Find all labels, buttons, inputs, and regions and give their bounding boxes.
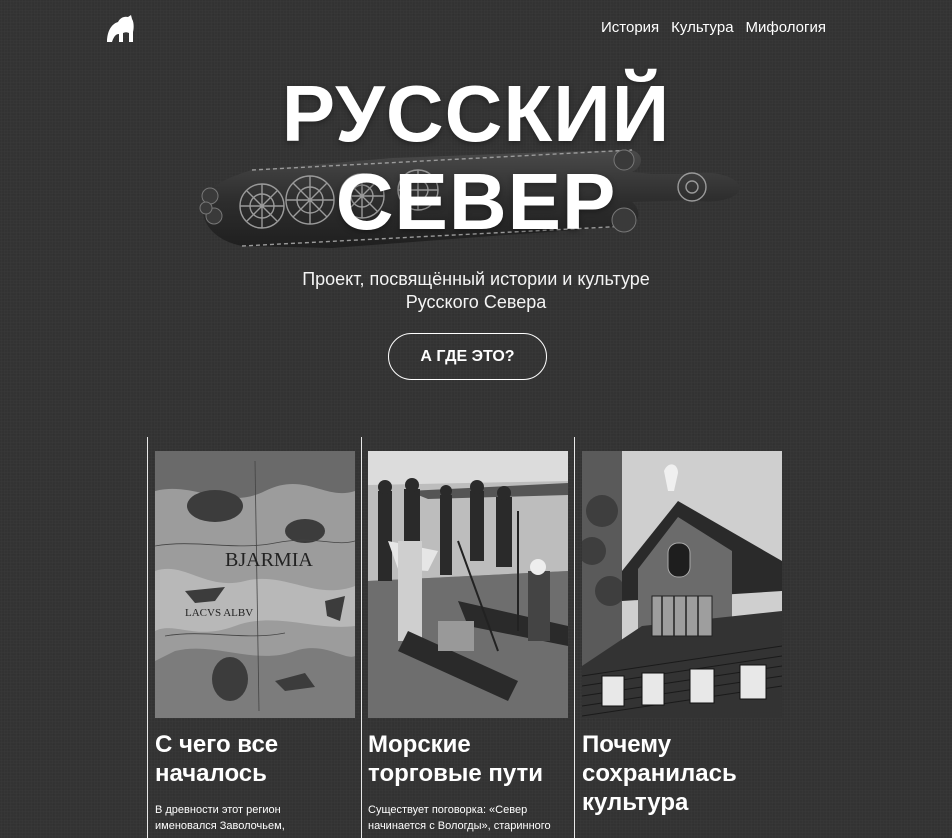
horse-icon[interactable] bbox=[104, 14, 136, 44]
main-nav: История Культура Мифология bbox=[601, 19, 826, 36]
nav-item-culture[interactable]: Культура bbox=[671, 19, 733, 36]
card-title-line: Морские bbox=[368, 731, 471, 758]
column-divider bbox=[574, 437, 575, 838]
nav-item-history[interactable]: История bbox=[601, 19, 659, 36]
subtitle-line-2: Русского Севера bbox=[405, 292, 547, 312]
card-sea-trade-routes[interactable]: Морские торговые пути Существует поговор… bbox=[368, 451, 568, 834]
old-map-image: BJARMIA LACVS ALBV bbox=[155, 451, 355, 718]
map-label: BJARMIA bbox=[225, 549, 313, 571]
card-text: В древности этот регион именовался Завол… bbox=[155, 802, 355, 834]
card-title: Почему сохранилась культура bbox=[582, 730, 782, 817]
card-title-line: культура bbox=[582, 789, 689, 816]
title-line-2: СЕВЕР bbox=[335, 157, 617, 246]
card-text-line: начинается с Вологды», старинного bbox=[368, 820, 551, 832]
card-title: Морские торговые пути bbox=[368, 730, 568, 788]
wooden-house-photo-image bbox=[582, 451, 782, 718]
card-title-line: Почему bbox=[582, 731, 672, 758]
card-culture-preserved[interactable]: Почему сохранилась культура bbox=[582, 451, 782, 817]
card-title: С чего все началось bbox=[155, 730, 355, 788]
where-is-it-button[interactable]: А ГДЕ ЭТО? bbox=[388, 333, 547, 380]
boats-photo-image bbox=[368, 451, 568, 718]
hero-subtitle: Проект, посвящённый истории и культуре Р… bbox=[0, 268, 952, 314]
card-text: Существует поговорка: «Север начинается … bbox=[368, 802, 568, 834]
card-title-line: началось bbox=[155, 760, 267, 787]
card-title-line: торговые пути bbox=[368, 760, 544, 787]
card-title-line: С чего все bbox=[155, 731, 279, 758]
page-title: РУССКИЙ СЕВЕР bbox=[0, 70, 952, 246]
map-label: LACVS ALBV bbox=[185, 607, 253, 619]
column-divider bbox=[147, 437, 148, 838]
nav-item-mythology[interactable]: Мифология bbox=[746, 19, 826, 36]
card-title-line: сохранилась bbox=[582, 760, 737, 787]
card-origins[interactable]: BJARMIA LACVS ALBV С чего все началось В… bbox=[155, 451, 355, 834]
subtitle-line-1: Проект, посвящённый истории и культуре bbox=[302, 269, 650, 289]
card-text-line: В древности этот регион bbox=[155, 804, 281, 816]
card-text-line: именовался Заволочьем, bbox=[155, 820, 285, 832]
title-line-1: РУССКИЙ bbox=[281, 69, 671, 158]
card-text-line: Существует поговорка: «Север bbox=[368, 804, 528, 816]
column-divider bbox=[361, 437, 362, 838]
